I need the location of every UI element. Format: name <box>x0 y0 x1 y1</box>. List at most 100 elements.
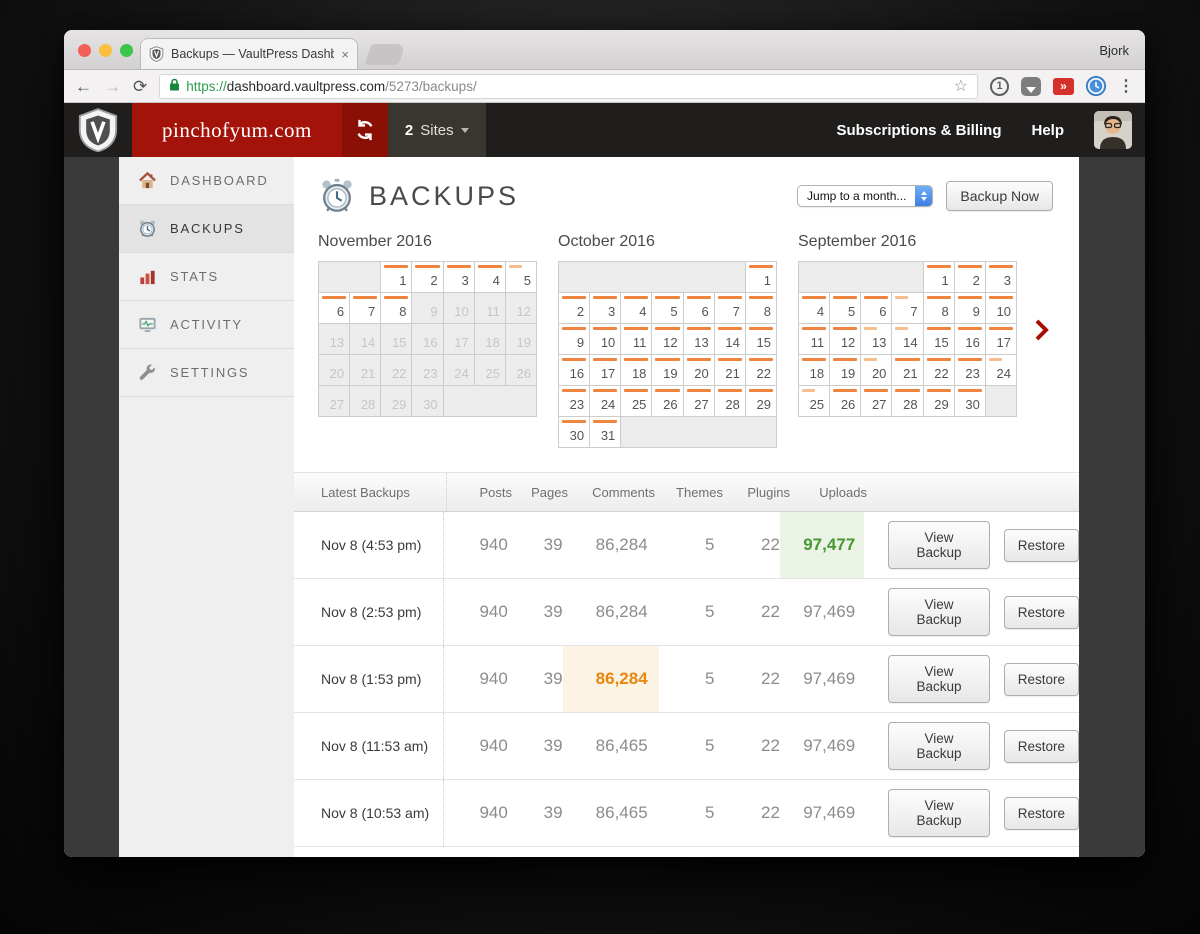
restore-button[interactable]: Restore <box>1003 796 1079 830</box>
calendar-day-cell[interactable]: 18 <box>799 355 830 385</box>
next-months-arrow-icon[interactable] <box>1034 319 1049 346</box>
calendar-day-cell[interactable]: 9 <box>954 293 985 323</box>
calendar-day-cell[interactable]: 14 <box>714 324 745 354</box>
minimize-window-button[interactable] <box>99 44 112 57</box>
calendar-day-cell[interactable]: 1 <box>745 262 776 292</box>
calendar-day-cell[interactable]: 5 <box>505 262 536 292</box>
user-avatar[interactable] <box>1094 111 1132 149</box>
sidebar-item-dashboard[interactable]: DASHBOARD <box>119 157 294 205</box>
zoom-window-button[interactable] <box>120 44 133 57</box>
calendar-day-cell[interactable]: 16 <box>559 355 590 385</box>
tab-close-icon[interactable]: × <box>341 47 349 62</box>
calendar-day-cell[interactable]: 22 <box>745 355 776 385</box>
calendar-day-cell[interactable]: 7 <box>714 293 745 323</box>
extension-1password-icon[interactable]: 1 <box>990 76 1009 96</box>
calendar-day-cell[interactable]: 2 <box>954 262 985 292</box>
sidebar-item-activity[interactable]: ACTIVITY <box>119 301 294 349</box>
extension-pocket-icon[interactable] <box>1021 76 1041 96</box>
calendar-day-cell[interactable]: 21 <box>892 355 923 385</box>
calendar-day-cell[interactable]: 20 <box>861 355 892 385</box>
sidebar-item-backups[interactable]: BACKUPS <box>119 205 294 253</box>
calendar-day-cell[interactable]: 26 <box>652 386 683 416</box>
calendar-day-cell[interactable]: 10 <box>590 324 621 354</box>
calendar-day-cell[interactable]: 24 <box>590 386 621 416</box>
jump-to-month-select[interactable]: Jump to a month... <box>797 185 934 207</box>
sidebar-item-settings[interactable]: SETTINGS <box>119 349 294 397</box>
close-window-button[interactable] <box>78 44 91 57</box>
view-backup-button[interactable]: View Backup <box>888 789 990 837</box>
calendar-day-cell[interactable]: 27 <box>683 386 714 416</box>
calendar-day-cell[interactable]: 28 <box>714 386 745 416</box>
calendar-day-cell[interactable]: 24 <box>985 355 1016 385</box>
calendar-day-cell[interactable]: 11 <box>621 324 652 354</box>
extension-fastforward-icon[interactable]: » <box>1053 77 1074 95</box>
help-link[interactable]: Help <box>1031 122 1064 139</box>
sidebar-item-stats[interactable]: STATS <box>119 253 294 301</box>
current-site-button[interactable]: pinchofyum.com <box>132 103 342 157</box>
calendar-day-cell[interactable]: 1 <box>923 262 954 292</box>
calendar-day-cell[interactable]: 7 <box>350 293 381 323</box>
restore-button[interactable]: Restore <box>1003 729 1079 763</box>
view-backup-button[interactable]: View Backup <box>888 521 990 569</box>
restore-button[interactable]: Restore <box>1003 662 1079 696</box>
calendar-day-cell[interactable]: 22 <box>923 355 954 385</box>
backup-now-button[interactable]: Backup Now <box>946 181 1053 211</box>
view-backup-button[interactable]: View Backup <box>888 722 990 770</box>
new-tab-button[interactable] <box>364 44 406 65</box>
calendar-day-cell[interactable]: 14 <box>892 324 923 354</box>
calendar-day-cell[interactable]: 1 <box>381 262 412 292</box>
subscriptions-billing-link[interactable]: Subscriptions & Billing <box>836 122 1001 139</box>
calendar-day-cell[interactable]: 25 <box>621 386 652 416</box>
calendar-day-cell[interactable]: 4 <box>799 293 830 323</box>
calendar-day-cell[interactable]: 17 <box>590 355 621 385</box>
calendar-day-cell[interactable]: 8 <box>923 293 954 323</box>
calendar-day-cell[interactable]: 30 <box>559 417 590 447</box>
address-field[interactable]: https://dashboard.vaultpress.com/5273/ba… <box>159 73 978 99</box>
extension-clock-icon[interactable] <box>1086 76 1106 96</box>
calendar-day-cell[interactable]: 9 <box>559 324 590 354</box>
reload-icon[interactable]: ⟳ <box>133 78 147 95</box>
calendar-day-cell[interactable]: 6 <box>861 293 892 323</box>
calendar-day-cell[interactable]: 21 <box>714 355 745 385</box>
view-backup-button[interactable]: View Backup <box>888 655 990 703</box>
calendar-day-cell[interactable]: 5 <box>830 293 861 323</box>
calendar-day-cell[interactable]: 8 <box>745 293 776 323</box>
calendar-day-cell[interactable]: 16 <box>954 324 985 354</box>
calendar-day-cell[interactable]: 2 <box>412 262 443 292</box>
calendar-day-cell[interactable]: 29 <box>923 386 954 416</box>
calendar-day-cell[interactable]: 12 <box>652 324 683 354</box>
calendar-day-cell[interactable]: 5 <box>652 293 683 323</box>
calendar-day-cell[interactable]: 19 <box>652 355 683 385</box>
browser-menu-icon[interactable]: ⋮ <box>1118 76 1134 96</box>
calendar-day-cell[interactable]: 13 <box>861 324 892 354</box>
calendar-day-cell[interactable]: 17 <box>985 324 1016 354</box>
calendar-day-cell[interactable]: 28 <box>892 386 923 416</box>
calendar-day-cell[interactable]: 25 <box>799 386 830 416</box>
calendar-day-cell[interactable]: 30 <box>954 386 985 416</box>
calendar-day-cell[interactable]: 6 <box>319 293 350 323</box>
bookmark-star-icon[interactable]: ☆ <box>954 76 968 96</box>
back-icon[interactable]: ← <box>75 78 92 95</box>
calendar-day-cell[interactable]: 26 <box>830 386 861 416</box>
calendar-day-cell[interactable]: 13 <box>683 324 714 354</box>
calendar-day-cell[interactable]: 3 <box>985 262 1016 292</box>
calendar-day-cell[interactable]: 29 <box>745 386 776 416</box>
calendar-day-cell[interactable]: 7 <box>892 293 923 323</box>
calendar-day-cell[interactable]: 8 <box>381 293 412 323</box>
calendar-day-cell[interactable]: 20 <box>683 355 714 385</box>
view-backup-button[interactable]: View Backup <box>888 588 990 636</box>
calendar-day-cell[interactable]: 15 <box>745 324 776 354</box>
calendar-day-cell[interactable]: 6 <box>683 293 714 323</box>
calendar-day-cell[interactable]: 15 <box>923 324 954 354</box>
calendar-day-cell[interactable]: 23 <box>559 386 590 416</box>
calendar-day-cell[interactable]: 10 <box>985 293 1016 323</box>
vaultpress-logo-icon[interactable] <box>64 103 132 157</box>
calendar-day-cell[interactable]: 18 <box>621 355 652 385</box>
calendar-day-cell[interactable]: 4 <box>474 262 505 292</box>
calendar-day-cell[interactable]: 27 <box>861 386 892 416</box>
calendar-day-cell[interactable]: 4 <box>621 293 652 323</box>
calendar-day-cell[interactable]: 31 <box>590 417 621 447</box>
browser-profile-name[interactable]: Bjork <box>1099 43 1129 58</box>
sites-dropdown[interactable]: 2 Sites <box>387 103 486 157</box>
calendar-day-cell[interactable]: 3 <box>443 262 474 292</box>
